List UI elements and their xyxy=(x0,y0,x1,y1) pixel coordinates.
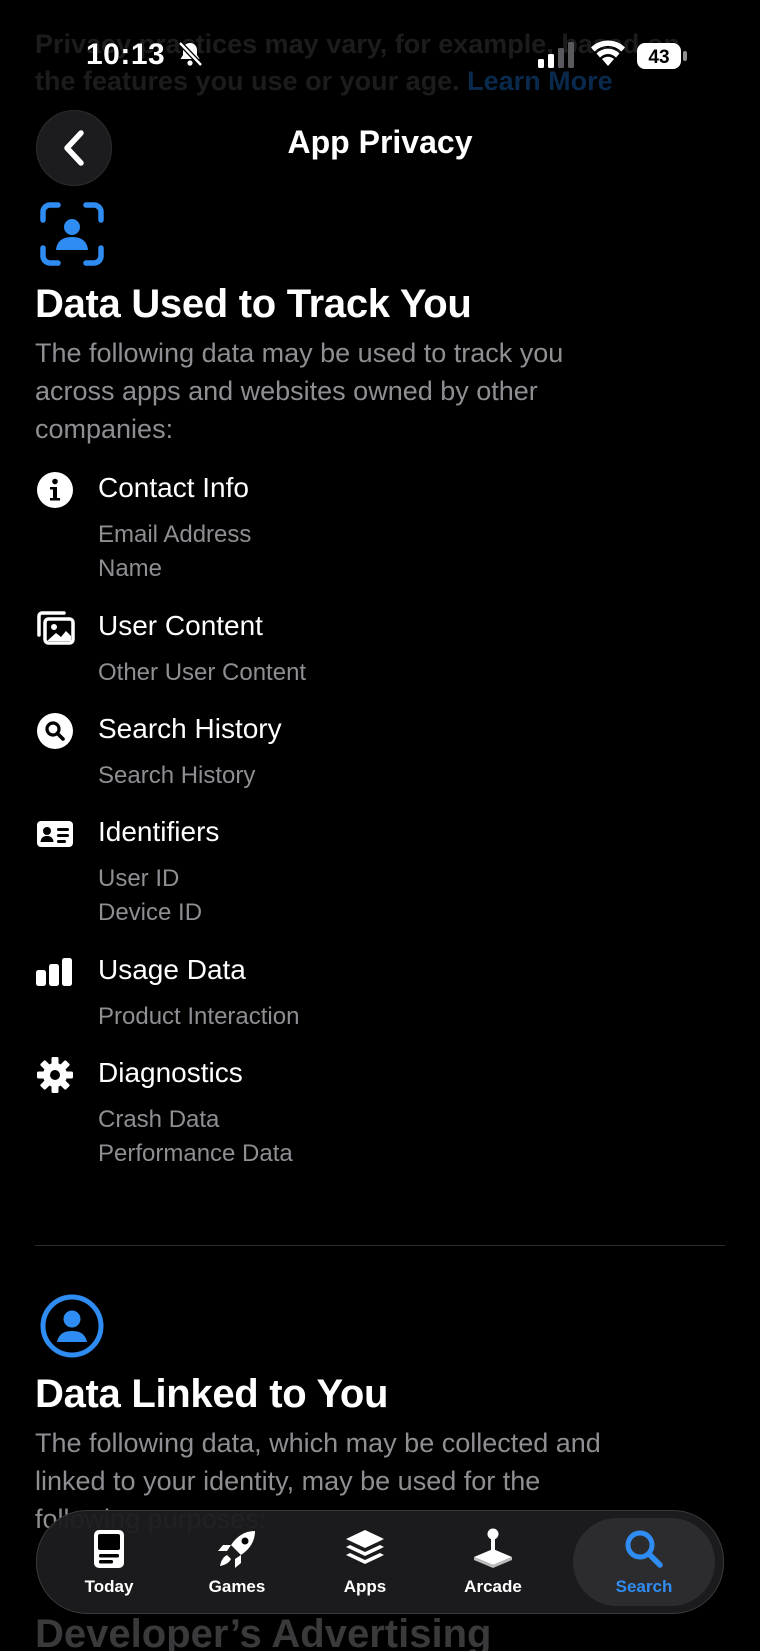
category-title: User Content xyxy=(98,610,263,641)
tab-today[interactable]: Today xyxy=(45,1511,173,1613)
category-item: Performance Data xyxy=(98,1140,293,1167)
rocket-icon xyxy=(218,1531,255,1568)
linked-desc-line-1: The following data, which may be collect… xyxy=(35,1428,601,1458)
category-item: User ID xyxy=(98,865,180,892)
tab-label: Apps xyxy=(343,1577,387,1596)
tab-games[interactable]: Games xyxy=(173,1511,301,1613)
category-title: Contact Info xyxy=(98,472,249,503)
person-circle-icon xyxy=(40,1294,104,1358)
category-item: Search History xyxy=(98,762,256,789)
status-time: 10:13 xyxy=(86,38,166,71)
page-title: App Privacy xyxy=(287,124,473,160)
gear-icon xyxy=(37,1057,73,1093)
today-icon xyxy=(94,1530,124,1568)
category-items: Other User Content xyxy=(98,656,306,690)
track-desc-line-2: across apps and websites owned by other xyxy=(35,376,538,406)
category-item: Product Interaction xyxy=(98,1003,300,1030)
section-divider xyxy=(35,1245,725,1246)
category-item: Device ID xyxy=(98,899,203,926)
tab-apps[interactable]: Apps xyxy=(301,1511,429,1613)
id-card-icon xyxy=(37,821,73,847)
bar-chart-icon xyxy=(36,958,72,986)
track-section-description: The following data may be used to track … xyxy=(35,334,695,448)
category-items: User ID Device ID xyxy=(98,862,202,930)
tab-search[interactable]: Search xyxy=(580,1511,708,1613)
linked-desc-line-2: linked to your identity, may be used for… xyxy=(35,1466,541,1496)
tab-bar: Today Games Apps Arcade Search xyxy=(36,1510,724,1614)
joystick-icon xyxy=(474,1528,512,1568)
battery-level: 43 xyxy=(648,47,669,68)
tab-arcade[interactable]: Arcade xyxy=(429,1511,557,1613)
category-item: Other User Content xyxy=(98,659,307,686)
info-circle-icon xyxy=(37,472,73,508)
track-desc-line-3: companies: xyxy=(35,414,174,444)
search-icon xyxy=(625,1530,663,1568)
category-title: Identifiers xyxy=(98,816,220,847)
photos-icon xyxy=(37,611,75,645)
tab-label: Games xyxy=(208,1577,266,1596)
category-items: Product Interaction xyxy=(98,1000,299,1034)
category-items: Email Address Name xyxy=(98,518,251,586)
tracking-person-icon xyxy=(40,202,104,266)
linked-section-title: Data Linked to You xyxy=(35,1372,389,1416)
category-title: Usage Data xyxy=(98,954,246,985)
search-circle-icon xyxy=(37,713,73,749)
category-item: Name xyxy=(98,555,163,582)
track-desc-line-1: The following data may be used to track … xyxy=(35,338,564,368)
wifi-icon xyxy=(591,40,625,66)
silent-bell-icon xyxy=(178,41,203,67)
app-privacy-screen: Privacy practices may vary, for example,… xyxy=(0,0,760,1651)
tab-label: Search xyxy=(615,1577,673,1596)
apps-stack-icon xyxy=(346,1530,384,1564)
category-item: Email Address xyxy=(98,521,252,548)
cellular-signal-icon xyxy=(538,42,574,68)
track-section-title: Data Used to Track You xyxy=(35,282,472,326)
battery-icon: 43 xyxy=(637,43,687,69)
category-title: Search History xyxy=(98,713,282,744)
tab-label: Today xyxy=(84,1577,134,1596)
category-items: Crash Data Performance Data xyxy=(98,1103,293,1171)
status-bar: 10:13 43 xyxy=(0,0,760,110)
category-title: Diagnostics xyxy=(98,1057,243,1088)
tab-label: Arcade xyxy=(464,1577,522,1596)
category-item: Crash Data xyxy=(98,1106,220,1133)
category-items: Search History xyxy=(98,759,255,793)
next-section-heading: Developer’s Advertising xyxy=(35,1612,492,1651)
